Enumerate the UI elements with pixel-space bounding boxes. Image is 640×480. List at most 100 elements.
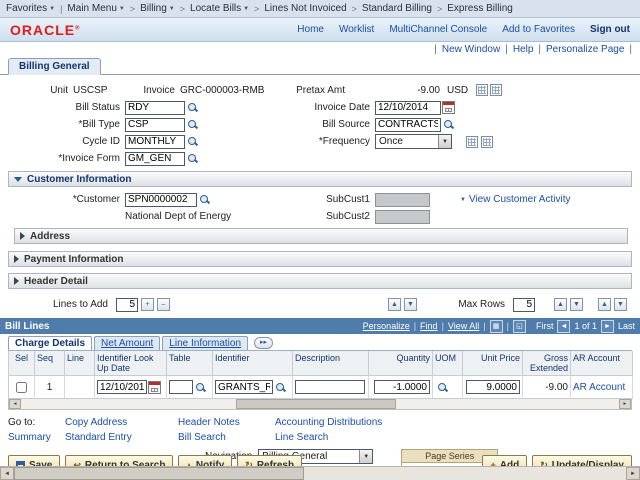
accounting-distributions-link[interactable]: Accounting Distributions [275, 417, 640, 428]
chevron-down-icon: ▼ [119, 6, 125, 12]
row-select-checkbox[interactable] [16, 382, 27, 393]
bill-search-link[interactable]: Bill Search [178, 432, 275, 443]
grid-scroll-up-icon[interactable]: ▲ [388, 298, 401, 311]
ar-account-link[interactable]: AR Account [573, 382, 625, 393]
breadcrumb-item-lines-not-invoiced[interactable]: Lines Not Invoiced [264, 3, 346, 14]
frequency-dropdown[interactable]: Once ▼ [375, 134, 452, 149]
add-to-favorites-link[interactable]: Add to Favorites [502, 24, 575, 35]
scroll-last-icon[interactable]: ▼ [614, 298, 627, 311]
breadcrumb-item-favorites[interactable]: Favorites ▼ [6, 3, 55, 14]
scroll-left-icon[interactable]: ◄ [0, 467, 14, 480]
invoice-form-input[interactable] [125, 152, 185, 166]
scroll-right-icon[interactable]: ► [619, 399, 631, 409]
bill-source-input[interactable] [375, 118, 441, 132]
bill-summary-grid-icon[interactable] [476, 84, 488, 96]
worklist-link[interactable]: Worklist [339, 24, 374, 35]
scroll-prev-icon[interactable]: ▼ [570, 298, 583, 311]
multichannel-console-link[interactable]: MultiChannel Console [389, 24, 487, 35]
bill-lines-title: Bill Lines [5, 321, 49, 332]
next-row-icon[interactable]: ► [601, 320, 614, 333]
breadcrumb-item-express-billing[interactable]: Express Billing [447, 3, 513, 14]
personalize-page-link[interactable]: Personalize Page [546, 44, 624, 55]
scrollbar-thumb[interactable] [236, 399, 396, 409]
scrollbar-track[interactable] [14, 467, 626, 480]
sign-out-link[interactable]: Sign out [590, 24, 630, 35]
bill-type-input[interactable] [125, 118, 185, 132]
bill-status-input[interactable] [125, 101, 185, 115]
help-link[interactable]: Help [513, 44, 534, 55]
section-header-detail[interactable]: Header Detail [8, 273, 632, 289]
description-input[interactable] [295, 380, 365, 394]
standard-entry-link[interactable]: Standard Entry [65, 432, 178, 443]
download-grid-icon[interactable]: ▦ [490, 320, 503, 333]
identifier-lookup-icon[interactable] [274, 381, 287, 394]
copy-schedule-icon[interactable] [481, 136, 493, 148]
tab-billing-general[interactable]: Billing General [8, 58, 101, 75]
identifier-input[interactable] [215, 380, 273, 394]
breadcrumb-item-main-menu[interactable]: Main Menu ▼ [67, 3, 124, 14]
section-address[interactable]: Address [14, 228, 628, 244]
scrollbar-thumb[interactable] [14, 467, 304, 480]
section-payment-information[interactable]: Payment Information [8, 251, 632, 267]
line-search-link[interactable]: Line Search [275, 432, 640, 443]
summary-link[interactable]: Summary [8, 432, 65, 443]
delete-row-button[interactable]: – [157, 298, 170, 311]
home-link[interactable]: Home [297, 24, 324, 35]
scroll-next-icon[interactable]: ▲ [598, 298, 611, 311]
uom-lookup-icon[interactable] [436, 381, 449, 394]
scrollbar-track[interactable] [21, 399, 619, 409]
scroll-right-icon[interactable]: ► [626, 467, 640, 480]
zoom-grid-icon[interactable]: ◱ [513, 320, 526, 333]
view-customer-activity-link[interactable]: View Customer Activity [469, 194, 571, 205]
copy-address-link[interactable]: Copy Address [65, 417, 178, 428]
grid-scroll-down-icon[interactable]: ▼ [404, 298, 417, 311]
invoice-form-lookup-icon[interactable] [186, 152, 199, 165]
related-actions-icon[interactable]: ▼ [460, 197, 466, 203]
gross-extended-cell: -9.00 [523, 376, 571, 399]
calendar-icon[interactable] [148, 381, 161, 394]
bill-type-lookup-icon[interactable] [186, 118, 199, 131]
invoice-label: Invoice [135, 85, 180, 96]
tab-charge-details[interactable]: Charge Details [8, 336, 92, 350]
show-all-columns-icon[interactable]: ▸▸ [254, 337, 273, 349]
scroll-first-icon[interactable]: ▲ [554, 298, 567, 311]
lookup-date-input[interactable] [97, 380, 147, 394]
table-lookup-icon[interactable] [194, 381, 207, 394]
invoice-date-input[interactable] [375, 101, 441, 115]
customer-lookup-icon[interactable] [198, 193, 211, 206]
header-notes-link[interactable]: Header Notes [178, 417, 275, 428]
section-customer-information[interactable]: Customer Information [8, 171, 632, 187]
breadcrumb-item-standard-billing[interactable]: Standard Billing [362, 3, 432, 14]
cycle-id-lookup-icon[interactable] [186, 135, 199, 148]
new-window-link[interactable]: New Window [442, 44, 500, 55]
breadcrumb-item-locate-bills[interactable]: Locate Bills ▼ [190, 3, 249, 14]
previous-row-icon[interactable]: ◄ [557, 320, 570, 333]
customer-row: *Customer SubCust1 ▼ View Customer Activ… [0, 191, 640, 208]
currency-detail-grid-icon[interactable] [490, 84, 502, 96]
max-rows-input[interactable] [513, 298, 535, 312]
bill-status-lookup-icon[interactable] [186, 101, 199, 114]
breadcrumb: Favorites ▼ | Main Menu ▼ > Billing ▼ > … [0, 0, 640, 18]
grid-horizontal-scrollbar[interactable]: ◄ ► [8, 399, 632, 410]
tab-net-amount[interactable]: Net Amount [94, 336, 160, 350]
quantity-input[interactable] [374, 380, 430, 394]
add-row-button[interactable]: + [141, 298, 154, 311]
calendar-icon[interactable] [442, 101, 455, 114]
schedule-table-icon[interactable] [466, 136, 478, 148]
window-horizontal-scrollbar[interactable]: ◄ ► [0, 466, 640, 480]
lines-to-add-input[interactable] [116, 298, 138, 312]
separator: | [507, 321, 509, 331]
customer-input[interactable] [125, 193, 197, 207]
scroll-left-icon[interactable]: ◄ [9, 399, 21, 409]
unit-price-input[interactable] [466, 380, 520, 394]
tab-line-information[interactable]: Line Information [162, 336, 248, 350]
view-all-link[interactable]: View All [448, 321, 479, 331]
bill-source-lookup-icon[interactable] [442, 118, 455, 131]
oracle-header: ORACLE® Home Worklist MultiChannel Conso… [0, 18, 640, 42]
cycle-id-input[interactable] [125, 135, 185, 149]
breadcrumb-label: Lines Not Invoiced [264, 3, 346, 14]
find-link[interactable]: Find [420, 321, 438, 331]
table-input[interactable] [169, 380, 193, 394]
personalize-link[interactable]: Personalize [363, 321, 410, 331]
breadcrumb-item-billing[interactable]: Billing ▼ [140, 3, 175, 14]
